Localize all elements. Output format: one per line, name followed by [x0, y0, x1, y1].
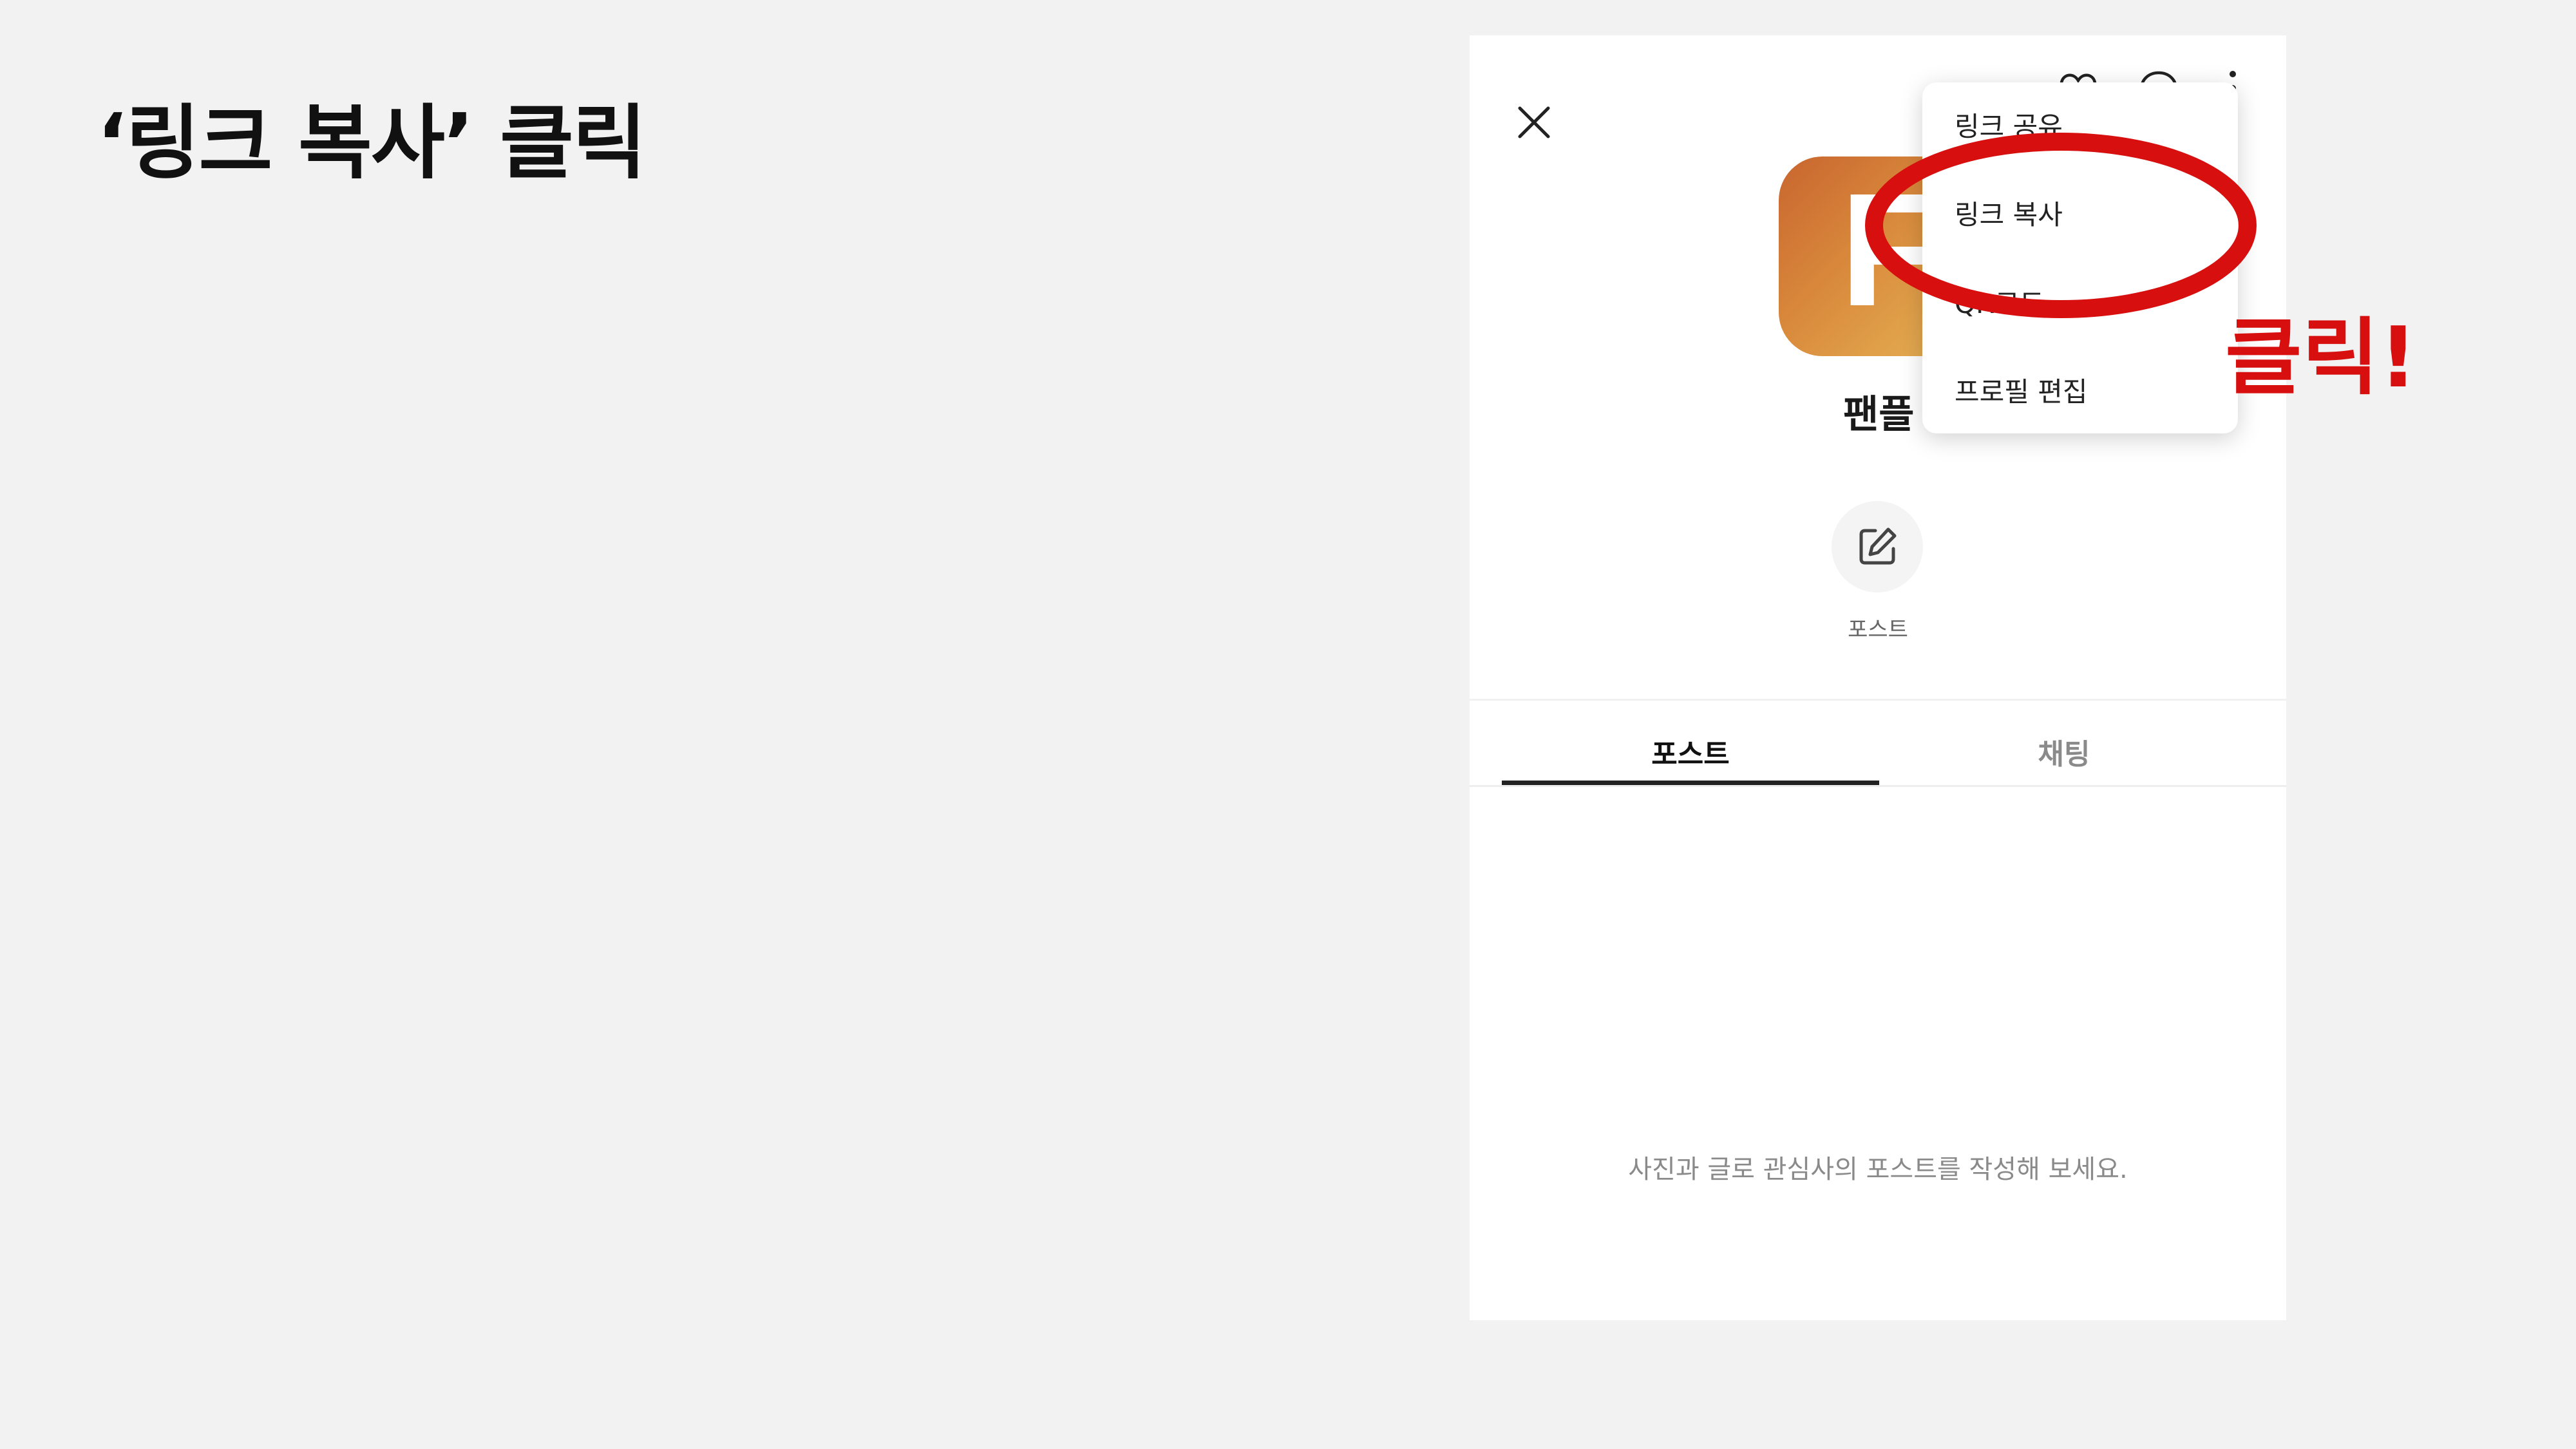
divider [1470, 699, 2286, 701]
active-tab-indicator [1502, 781, 1879, 785]
slide-title: ‘링크 복사’ 클릭 [97, 97, 647, 190]
menu-item-qr-code[interactable]: QR코드 [1955, 282, 2045, 321]
write-post-button[interactable] [1832, 501, 1923, 592]
write-post-label: 포스트 [1848, 617, 1908, 643]
menu-item-copy-link[interactable]: 링크 복사 [1955, 193, 2063, 232]
close-button[interactable] [1508, 74, 1582, 164]
divider [1470, 785, 2286, 787]
more-options-menu: 링크 공유 링크 복사 QR코드 프로필 편집 [1922, 82, 2238, 433]
profile-name: 팬플 [1843, 392, 1915, 437]
tab-chat[interactable]: 채팅 [1875, 731, 2253, 772]
menu-item-edit-profile[interactable]: 프로필 편집 [1955, 370, 2088, 410]
menu-item-share-link[interactable]: 링크 공유 [1955, 105, 2063, 144]
tab-post[interactable]: 포스트 [1502, 731, 1879, 772]
close-icon [1518, 106, 1550, 138]
empty-state-message: 사진과 글로 관심사의 포스트를 작성해 보세요. [1628, 1155, 2128, 1184]
edit-icon [1859, 527, 1897, 565]
click-callout: 클릭! [2225, 308, 2418, 406]
